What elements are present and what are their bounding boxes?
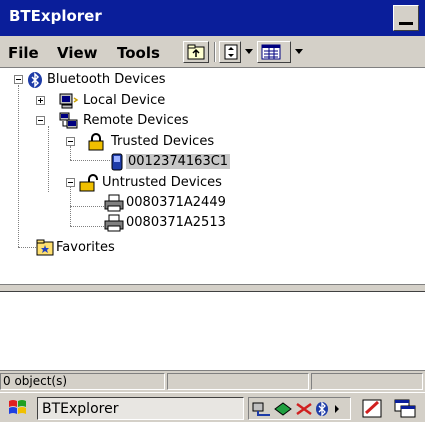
tree-line: [18, 85, 19, 247]
status-pane: [311, 373, 423, 390]
switch-window-icon: [394, 399, 416, 418]
status-bar: 0 object(s): [0, 370, 425, 392]
taskbar-app-label: BTExplorer: [42, 401, 119, 417]
phone-icon: [111, 153, 123, 171]
status-objects: 0 object(s): [3, 374, 68, 388]
lock-open-icon: [79, 174, 98, 192]
network-icon: [59, 112, 78, 129]
menu-tools[interactable]: Tools: [117, 44, 160, 62]
tree-label: Bluetooth Devices: [47, 72, 166, 87]
details-pane[interactable]: [0, 292, 425, 370]
tray-expand-icon[interactable]: [333, 401, 341, 417]
system-tray: [248, 397, 351, 420]
menu-file[interactable]: File: [8, 44, 39, 62]
sort-button[interactable]: [219, 41, 241, 63]
collapse-toggle[interactable]: [66, 178, 75, 187]
printer-icon: [104, 194, 124, 212]
network-tray-icon[interactable]: [252, 401, 272, 417]
view-dropdown-arrow[interactable]: [295, 49, 303, 54]
tree-label: Favorites: [56, 240, 115, 255]
edit-tray-icon: [362, 399, 382, 418]
taskbar-app-button[interactable]: BTExplorer: [37, 397, 244, 420]
edit-tray-button[interactable]: [360, 397, 386, 420]
tree-line: [48, 126, 49, 192]
device-tree[interactable]: Bluetooth Devices Local Device Remote De…: [0, 68, 425, 284]
folder-up-button[interactable]: [183, 41, 209, 63]
computer-icon: [59, 93, 79, 109]
tree-line: [18, 247, 36, 248]
status-pane-objects: 0 object(s): [0, 373, 165, 390]
sort-dropdown-arrow[interactable]: [245, 49, 253, 54]
menu-view[interactable]: View: [57, 44, 98, 62]
sort-icon: [224, 44, 238, 60]
tree-line: [70, 146, 71, 160]
status-pane: [167, 373, 309, 390]
taskbar: BTExplorer: [0, 392, 425, 422]
view-mode-icon: [261, 44, 281, 60]
tree-line: [70, 160, 110, 161]
collapse-toggle[interactable]: [14, 75, 23, 84]
tree-label: Local Device: [83, 93, 166, 108]
bluetooth-icon: [28, 72, 42, 88]
view-mode-button[interactable]: [257, 41, 291, 63]
toolbar-separator: [214, 42, 216, 62]
window-title: BTExplorer: [9, 7, 102, 25]
tree-label: Remote Devices: [83, 113, 189, 128]
bluetooth-tray-icon[interactable]: [315, 401, 329, 417]
tray-icon[interactable]: [294, 401, 314, 417]
start-button[interactable]: [6, 396, 32, 420]
favorites-folder-icon: [36, 239, 54, 256]
tree-label: Trusted Devices: [111, 134, 215, 149]
start-icon: [9, 400, 26, 414]
tree-label: 0080371A2449: [126, 195, 226, 210]
menu-bar: File View Tools: [0, 36, 425, 68]
title-bar: BTExplorer: [0, 0, 425, 36]
switch-window-button[interactable]: [392, 397, 420, 420]
pane-splitter[interactable]: [0, 284, 425, 292]
expand-toggle[interactable]: [36, 96, 45, 105]
tree-line: [70, 206, 104, 207]
tree-label: 0012374163C1: [126, 154, 231, 169]
minimize-button[interactable]: [393, 5, 419, 31]
tray-icon[interactable]: [273, 401, 293, 417]
tree-label: 0080371A2513: [126, 215, 226, 230]
minimize-icon: [399, 22, 413, 25]
collapse-toggle[interactable]: [36, 116, 45, 125]
lock-closed-icon: [88, 133, 104, 151]
collapse-toggle[interactable]: [66, 137, 75, 146]
printer-icon: [104, 214, 124, 232]
folder-up-icon: [187, 44, 205, 60]
tree-line: [70, 226, 104, 227]
tree-label: Untrusted Devices: [102, 175, 222, 190]
